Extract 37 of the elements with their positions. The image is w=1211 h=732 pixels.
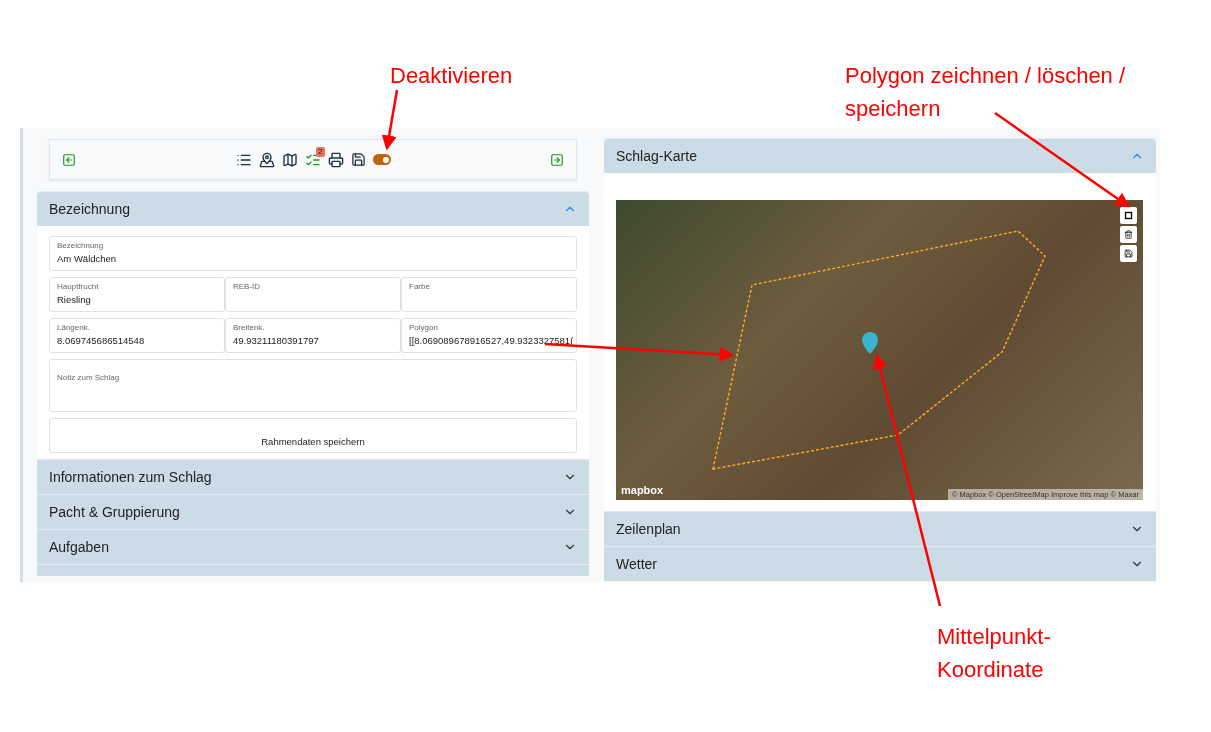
section-header[interactable]: Bezeichnung (37, 191, 589, 226)
section-header[interactable]: Pacht & Gruppierung (37, 494, 589, 529)
save-icon (1124, 249, 1133, 258)
section-header[interactable]: Schlag-Karte (604, 138, 1156, 173)
input-field[interactable]: Farbe (401, 277, 577, 312)
section-header[interactable]: Zeilenplan (604, 511, 1156, 546)
annotation-arrow (381, 89, 399, 151)
input-field[interactable]: Breitenk. 49.93211180391797 (225, 318, 401, 353)
save-icon[interactable] (350, 152, 366, 167)
annotation-text: Deaktivieren (390, 62, 513, 90)
square-icon (1124, 211, 1133, 220)
input-field[interactable]: Polygon [[8.069089678916527,49.9323327581( (401, 318, 577, 353)
input-field[interactable]: Längenk. 8.069745686514548 (49, 318, 225, 353)
section-header[interactable]: Informationen zum Schlag (37, 459, 589, 494)
location-pin-icon[interactable] (258, 151, 275, 168)
input-field[interactable]: REB-ID (225, 277, 401, 312)
toggle-switch[interactable] (372, 154, 391, 165)
save-button[interactable]: Rahmendaten speichern (49, 418, 577, 453)
map-icon[interactable] (281, 151, 298, 168)
trash-icon (1124, 230, 1133, 239)
save-button[interactable] (1120, 245, 1137, 262)
delete-button[interactable] (1120, 226, 1137, 243)
annotation-text: Mittelpunkt-Koordinate (937, 623, 1052, 684)
map-logo[interactable]: mapbox (621, 484, 664, 496)
annotation-text: Polygon zeichnen / löschen / speichern (845, 62, 1127, 123)
count-badge: 2 (316, 146, 325, 157)
section-header[interactable]: Aufgaben (37, 529, 589, 564)
map-marker-icon[interactable] (862, 332, 878, 354)
field-polygon[interactable] (712, 230, 1046, 470)
draw-polygon-button[interactable] (1120, 207, 1137, 224)
section-header[interactable]: Wetter (604, 546, 1156, 581)
back-icon[interactable] (62, 152, 76, 167)
input-field[interactable]: Bezeichnung Am Wäldchen (49, 236, 577, 271)
forward-icon[interactable] (550, 152, 564, 167)
input-field[interactable]: Hauptfrucht Riesling (49, 277, 225, 312)
print-icon[interactable] (327, 151, 344, 168)
textarea-field[interactable]: Notiz zum Schlag (49, 359, 577, 412)
